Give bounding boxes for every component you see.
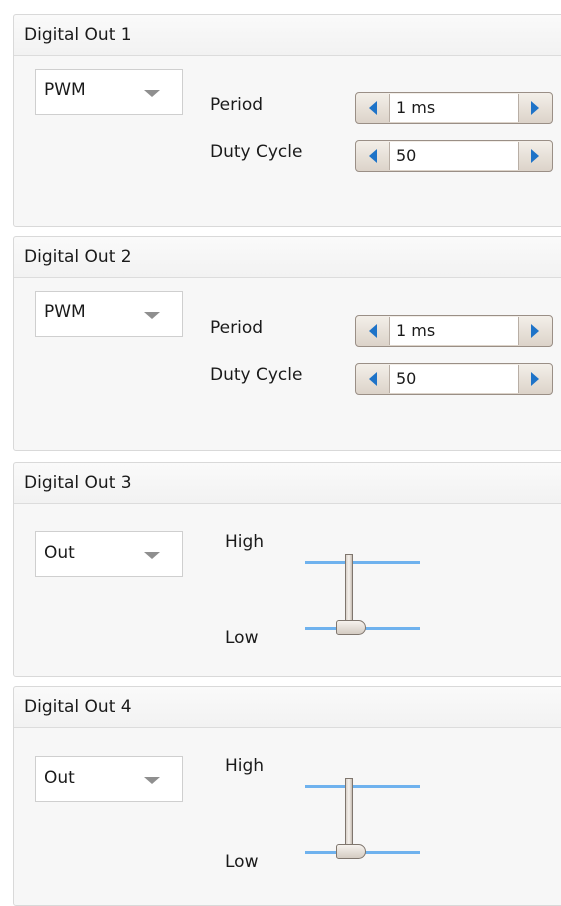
- duty-cycle-field[interactable]: 50: [389, 365, 519, 393]
- duty-cycle-spinner[interactable]: 50: [355, 363, 553, 395]
- duty-cycle-label: Duty Cycle: [210, 365, 303, 385]
- arrow-right-icon: [531, 149, 539, 163]
- mode-dropdown[interactable]: Out: [35, 756, 183, 802]
- increment-button[interactable]: [521, 96, 549, 120]
- decrement-button[interactable]: [359, 96, 387, 120]
- mode-dropdown[interactable]: Out: [35, 531, 183, 577]
- high-label: High: [225, 532, 265, 552]
- switch-lever: [345, 554, 353, 622]
- digital-out-4-panel: Digital Out 4 Out High Low: [13, 686, 561, 906]
- period-label: Period: [210, 318, 264, 338]
- switch-handle[interactable]: [336, 620, 366, 635]
- period-field[interactable]: 1 ms: [389, 94, 519, 122]
- output-toggle-switch[interactable]: [305, 778, 420, 864]
- mode-value: PWM: [44, 80, 86, 100]
- duty-cycle-label: Duty Cycle: [210, 142, 303, 162]
- mode-value: Out: [44, 768, 75, 788]
- high-level-line: [305, 785, 420, 788]
- arrow-left-icon: [369, 101, 377, 115]
- decrement-button[interactable]: [359, 144, 387, 168]
- chevron-down-icon: [144, 552, 160, 559]
- mode-dropdown[interactable]: PWM: [35, 69, 183, 115]
- arrow-left-icon: [369, 149, 377, 163]
- arrow-right-icon: [531, 101, 539, 115]
- mode-dropdown[interactable]: PWM: [35, 291, 183, 337]
- panel-title: Digital Out 1: [14, 15, 561, 56]
- panel-title: Digital Out 4: [14, 687, 561, 728]
- duty-cycle-spinner[interactable]: 50: [355, 140, 553, 172]
- switch-lever: [345, 778, 353, 846]
- duty-cycle-field[interactable]: 50: [389, 142, 519, 170]
- increment-button[interactable]: [521, 367, 549, 391]
- digital-out-1-panel: Digital Out 1 PWM Period 1 ms Duty Cycle…: [13, 14, 561, 227]
- chevron-down-icon: [144, 312, 160, 319]
- mode-value: Out: [44, 543, 75, 563]
- panel-title: Digital Out 3: [14, 463, 561, 504]
- panel-title: Digital Out 2: [14, 237, 561, 278]
- period-field[interactable]: 1 ms: [389, 317, 519, 345]
- low-label: Low: [225, 628, 259, 648]
- decrement-button[interactable]: [359, 367, 387, 391]
- output-toggle-switch[interactable]: [305, 554, 420, 640]
- period-label: Period: [210, 95, 264, 115]
- switch-handle[interactable]: [336, 844, 366, 859]
- digital-out-3-panel: Digital Out 3 Out High Low: [13, 462, 561, 677]
- arrow-right-icon: [531, 324, 539, 338]
- decrement-button[interactable]: [359, 319, 387, 343]
- period-spinner[interactable]: 1 ms: [355, 92, 553, 124]
- arrow-left-icon: [369, 324, 377, 338]
- increment-button[interactable]: [521, 319, 549, 343]
- increment-button[interactable]: [521, 144, 549, 168]
- chevron-down-icon: [144, 777, 160, 784]
- low-label: Low: [225, 852, 259, 872]
- high-label: High: [225, 756, 265, 776]
- high-level-line: [305, 561, 420, 564]
- arrow-right-icon: [531, 372, 539, 386]
- arrow-left-icon: [369, 372, 377, 386]
- period-spinner[interactable]: 1 ms: [355, 315, 553, 347]
- mode-value: PWM: [44, 302, 86, 322]
- digital-out-2-panel: Digital Out 2 PWM Period 1 ms Duty Cycle…: [13, 236, 561, 451]
- chevron-down-icon: [144, 90, 160, 97]
